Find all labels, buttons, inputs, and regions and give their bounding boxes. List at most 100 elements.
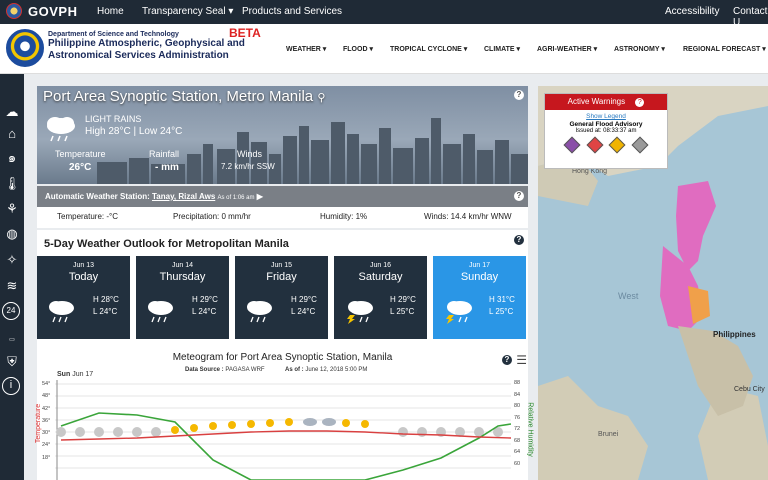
nav-accessibility[interactable]: Accessibility	[665, 6, 719, 17]
rainfall-value: - mm	[155, 162, 179, 173]
govph-label: GOVPH	[28, 3, 78, 19]
pagasa-logo[interactable]	[6, 29, 44, 67]
nav-transparency-seal[interactable]: Transparency Seal ▾	[142, 6, 233, 17]
govph-seal-icon	[6, 3, 22, 19]
warnings-map[interactable]: Hong Kong Philippines West Cebu City Bru…	[538, 86, 768, 480]
nav-home[interactable]: Home	[97, 6, 124, 17]
nav-products-services[interactable]: Products and Services	[242, 6, 342, 17]
show-legend-link[interactable]: Show Legend	[545, 113, 667, 120]
menu-weather[interactable]: WEATHER ▾	[286, 45, 326, 53]
tick: 88	[514, 380, 521, 386]
day-low: L 24°C	[192, 307, 217, 316]
tick: 54°	[42, 381, 51, 387]
high-low-text: High 28°C | Low 24°C	[85, 126, 183, 137]
day-card-friday[interactable]: Jun 15 Friday H 29°C L 24°C	[235, 256, 328, 339]
rain-cloud-icon	[148, 301, 173, 323]
menu-icon[interactable]: ☰	[516, 353, 527, 367]
tick: 80	[514, 403, 521, 409]
day-high: H 29°C	[291, 295, 317, 304]
house-flood-icon[interactable]: ⌂	[2, 124, 22, 144]
left-axis-ticks: 54° 48° 42° 36° 30° 24° 18°	[42, 378, 50, 464]
menu-regional-forecast[interactable]: REGIONAL FORECAST ▾	[683, 45, 766, 53]
tick: 72	[514, 426, 521, 432]
help-icon[interactable]: ?	[514, 90, 524, 100]
meteogram-source: Data Source : PAGASA WRF	[185, 367, 265, 373]
asof-value: June 12, 2018 5:00 PM	[305, 367, 368, 373]
station-title: Port Area Synoptic Station, Metro Manila…	[43, 88, 325, 105]
thunderstorm-icon	[446, 301, 472, 324]
day-date: Jun 14	[171, 262, 194, 269]
active-warnings-box: Active Warnings ? Show Legend General Fl…	[544, 93, 668, 169]
day-name: Saturday	[358, 271, 403, 283]
day-date: Jun 17	[468, 262, 491, 269]
help-icon[interactable]: ?	[635, 98, 645, 107]
day-low: L 25°C	[489, 307, 514, 316]
tick: 42°	[42, 405, 51, 412]
day-name: Friday	[266, 271, 297, 283]
thermometer-icon[interactable]: 🌡︎	[2, 174, 22, 194]
city-skyline	[97, 118, 528, 184]
aws-temperature: Temperature: -°C	[57, 212, 118, 221]
source-label: Data Source :	[185, 367, 224, 373]
tick: 18°	[42, 454, 51, 461]
tick: 84	[514, 391, 521, 398]
humidity-axis-title: Relative Humidity	[526, 402, 534, 457]
help-icon[interactable]: ?	[514, 235, 524, 245]
play-icon[interactable]: ▶	[257, 192, 263, 201]
menu-climate[interactable]: CLIMATE ▾	[484, 45, 520, 53]
flood-warning-icon[interactable]	[608, 136, 626, 154]
sun-cloud-icon[interactable]: ☁	[2, 102, 22, 122]
temperature-label: Temperature	[55, 149, 106, 159]
agency-name[interactable]: Department of Science and Technology Phi…	[48, 31, 245, 62]
site-header: Department of Science and Technology Phi…	[0, 24, 768, 74]
24-hour-icon[interactable]: 24	[2, 302, 20, 320]
menu-astronomy[interactable]: ASTRONOMY ▾	[614, 45, 665, 53]
info-icon[interactable]: i	[2, 377, 20, 395]
help-icon[interactable]: ?	[514, 191, 524, 201]
flood-warning-icon[interactable]	[586, 136, 604, 154]
rainfall-label: Rainfall	[149, 149, 180, 159]
day-card-today[interactable]: Jun 13 Today H 28°C L 24°C	[37, 256, 130, 339]
day-card-thursday[interactable]: Jun 14 Thursday H 29°C L 24°C	[136, 256, 229, 339]
search-icon[interactable]: ⚲	[317, 92, 325, 104]
cyclone-icon[interactable]: ๑	[2, 148, 22, 168]
help-icon[interactable]: ?	[502, 355, 512, 365]
day-high: H 29°C	[192, 295, 218, 304]
meteogram: Meteogram for Port Area Synoptic Station…	[35, 342, 534, 480]
archive-icon[interactable]: ▭	[2, 330, 22, 350]
winds-value: 7.2 km/hr SSW	[221, 162, 275, 171]
govph-brand[interactable]: GOVPH	[6, 3, 77, 19]
agency-line2: Astronomical Services Administration	[48, 50, 229, 61]
day-card-sunday[interactable]: Jun 17 Sunday H 31°C L 25°C	[433, 256, 526, 339]
warning-icons	[545, 134, 667, 156]
layers-icon[interactable]: ≋	[2, 276, 22, 296]
day-high: H 31°C	[489, 295, 515, 304]
rain-cloud-icon	[247, 301, 272, 323]
tick: 48°	[42, 393, 51, 400]
dept-label: Department of Science and Technology	[48, 31, 179, 38]
condition-text: LIGHT RAINS	[85, 114, 142, 124]
flood-warning-icon[interactable]	[631, 136, 649, 154]
day-low: L 25°C	[390, 307, 415, 316]
map-label-brunei: Brunei	[598, 431, 619, 438]
tick: 76	[514, 414, 521, 421]
day-high: H 28°C	[93, 295, 119, 304]
shield-icon[interactable]: ⛨	[2, 352, 22, 372]
wheat-icon[interactable]: ⚘	[2, 199, 22, 219]
aws-station-link[interactable]: Tanay, Rizal Aws	[152, 192, 215, 201]
asof-label: As of :	[285, 367, 304, 373]
agency-line1: Philippine Atmospheric, Geophysical and	[48, 38, 245, 49]
day-card-saturday[interactable]: Jun 16 Saturday H 29°C L 25°C	[334, 256, 427, 339]
satellite-icon[interactable]: ✧	[2, 250, 22, 270]
map-label-cebu: Cebu City	[734, 386, 765, 393]
planet-icon[interactable]: ◍	[2, 224, 22, 244]
station-panel: Port Area Synoptic Station, Metro Manila…	[37, 86, 528, 184]
tick: 36°	[42, 417, 51, 424]
menu-tropical-cyclone[interactable]: TROPICAL CYCLONE ▾	[390, 45, 467, 53]
day-low: L 24°C	[291, 307, 316, 316]
flood-warning-icon[interactable]	[563, 136, 581, 154]
tick: 64	[514, 449, 521, 455]
menu-agri-weather[interactable]: AGRI-WEATHER ▾	[537, 45, 597, 53]
menu-flood[interactable]: FLOOD ▾	[343, 45, 373, 53]
meteogram-title: Meteogram for Port Area Synoptic Station…	[172, 352, 393, 363]
